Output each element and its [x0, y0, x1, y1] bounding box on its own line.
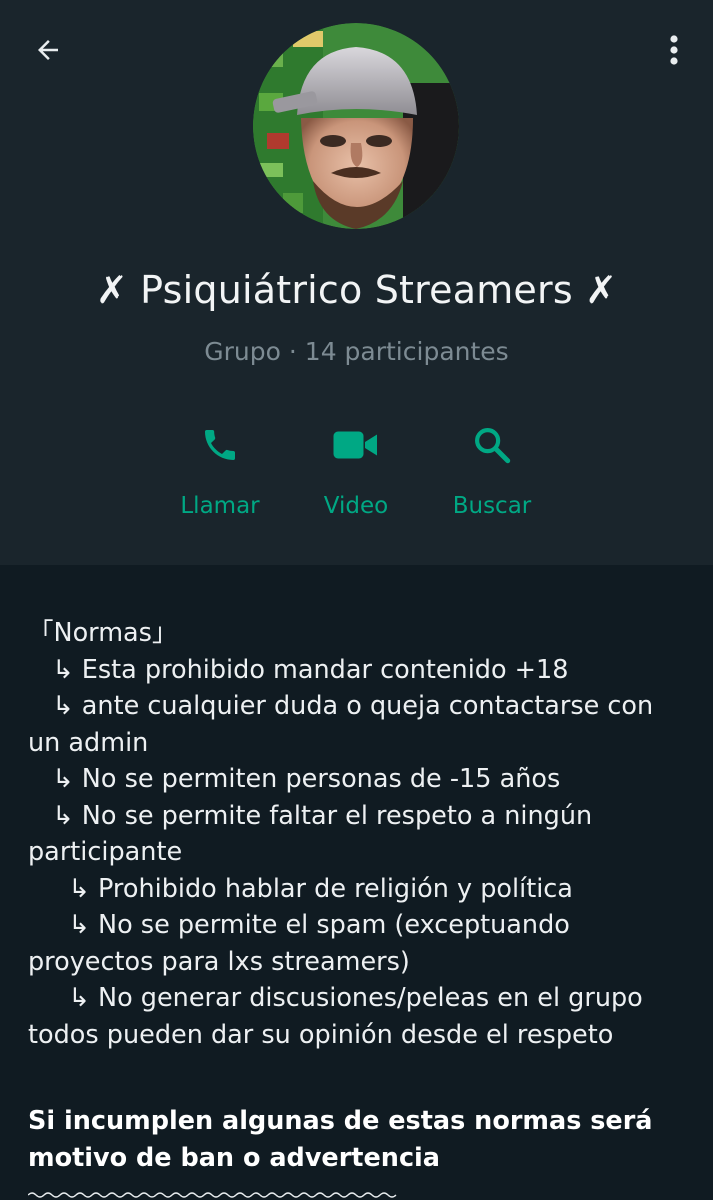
group-info-header: ✗ Psiquiátrico Streamers ✗ Grupo · 14 pa… — [0, 0, 713, 565]
group-avatar[interactable] — [253, 23, 459, 229]
back-button[interactable] — [26, 28, 70, 72]
description-warning: Si incumplen algunas de estas normas ser… — [28, 1106, 653, 1173]
call-action[interactable]: Llamar — [150, 415, 290, 535]
group-avatar-photo — [253, 23, 459, 229]
search-icon — [475, 428, 511, 464]
arrow-left-icon — [38, 40, 58, 60]
video-camera-icon — [333, 431, 377, 459]
search-label: Buscar — [452, 493, 532, 519]
spellcheck-underline — [28, 1192, 397, 1198]
group-subtitle: Grupo · 14 participantes — [204, 337, 509, 366]
more-vertical-icon — [670, 35, 678, 65]
search-action[interactable]: Buscar — [422, 415, 562, 535]
video-label: Video — [323, 493, 389, 519]
group-title[interactable]: ✗ Psiquiátrico Streamers ✗ — [0, 268, 713, 312]
description-text: 「Normas」 ↳ Esta prohibido mandar conteni… — [28, 618, 654, 1050]
group-description[interactable]: 「Normas」 ↳ Esta prohibido mandar conteni… — [0, 585, 713, 1200]
call-label: Llamar — [180, 493, 260, 519]
phone-icon — [205, 430, 235, 460]
video-action[interactable]: Video — [286, 415, 426, 535]
more-options-button[interactable] — [652, 28, 696, 72]
